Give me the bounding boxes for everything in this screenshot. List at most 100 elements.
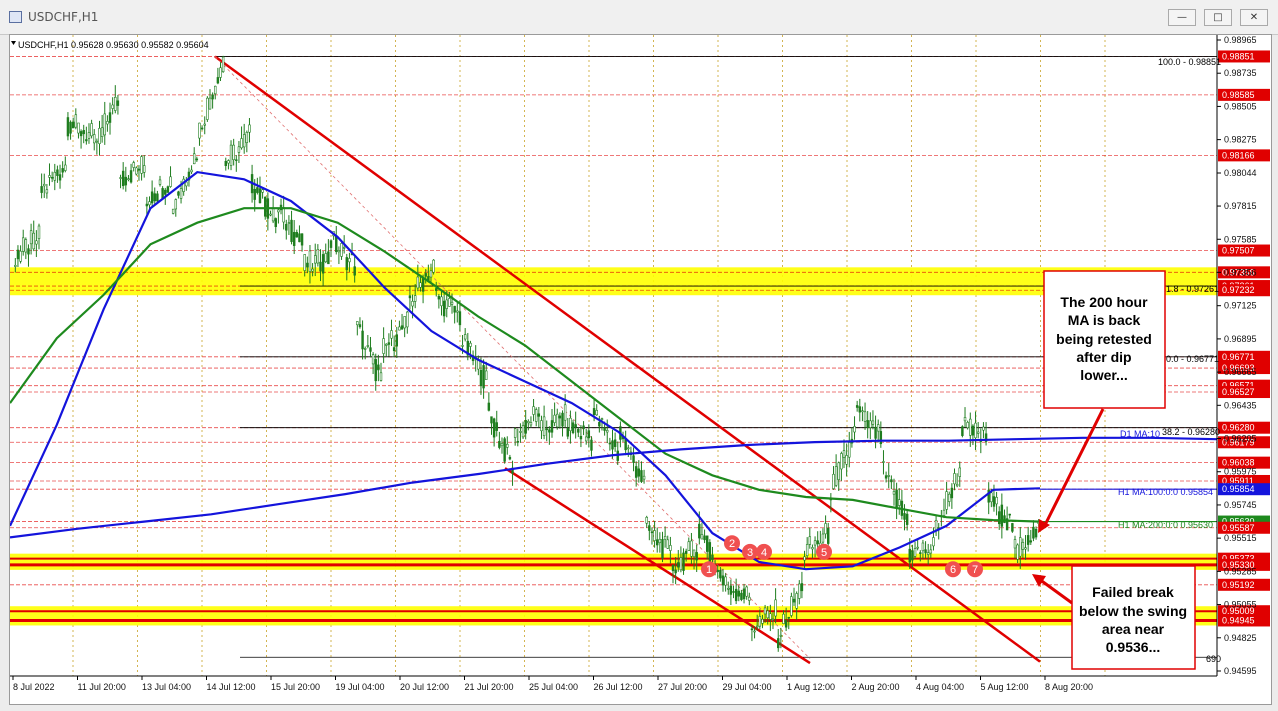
y-tick-label: 0.97125 [1224, 301, 1257, 311]
y-tick-label: 0.96895 [1224, 334, 1257, 344]
candle-body [982, 426, 985, 431]
x-tick-label: 29 Jul 04:00 [723, 682, 772, 692]
candle-body [966, 422, 969, 429]
swing-marker-label-3: 3 [747, 547, 753, 559]
candle-body [816, 540, 819, 545]
title-bar: USDCHF,H1 — □ ✕ [0, 0, 1278, 35]
candle-body [724, 576, 727, 586]
candle-body [832, 473, 835, 489]
candle-body [642, 475, 646, 480]
candle-body [224, 160, 227, 167]
candle-body [98, 128, 101, 144]
ma-callout-line-3: being retested [1056, 331, 1152, 347]
chart-area[interactable]: 0.98851 0.98585 0.98166 0.97507 0.97356 0.972… [9, 34, 1272, 705]
maximize-button[interactable]: □ [1204, 9, 1232, 26]
candle-body [329, 240, 333, 248]
candle-body [774, 599, 777, 617]
candle-body [308, 250, 312, 272]
candle-body [592, 408, 596, 416]
candle-body [600, 418, 604, 420]
candle-body [855, 405, 859, 408]
support-zone-2 [10, 553, 1217, 570]
candle-body [206, 97, 209, 120]
candle-body [111, 104, 114, 109]
candle-body [587, 430, 591, 439]
fib-618-label: 1.8 - 0.97261 [1166, 284, 1219, 294]
swing-marker-label-1: 1 [706, 564, 712, 576]
candle-body [219, 67, 222, 78]
candle-body [161, 188, 164, 199]
candle-body [853, 426, 856, 433]
candle-body [300, 233, 304, 246]
candle-body [805, 544, 809, 557]
candle-body [663, 536, 667, 540]
candle-body [290, 219, 293, 242]
candle-body [876, 424, 880, 432]
candle-body [924, 549, 927, 554]
candle-body [458, 311, 462, 326]
candle-body [400, 325, 404, 330]
candle-body [500, 443, 504, 447]
candle-body [48, 175, 51, 178]
candle-body [469, 342, 472, 347]
ma-callout-line-1: The 200 hour [1060, 294, 1148, 310]
candle-body [311, 268, 314, 272]
candle-body [553, 414, 556, 423]
candle-body [798, 583, 801, 599]
candle-body [264, 196, 267, 217]
candle-body [411, 300, 414, 307]
candle-body [74, 114, 78, 128]
candle-body [166, 186, 170, 193]
candle-body [955, 483, 959, 487]
candle-body [158, 179, 162, 185]
candle-body [556, 413, 559, 428]
candle-body [379, 372, 383, 381]
header-dropdown-icon[interactable] [11, 41, 16, 45]
candle-body [342, 246, 346, 249]
ma-callout-line-5: lower... [1080, 367, 1127, 383]
ma-callout-line-4: after dip [1076, 349, 1131, 365]
candle-body [153, 193, 156, 202]
close-button[interactable]: ✕ [1240, 9, 1268, 26]
candle-body [637, 468, 641, 477]
candle-body [913, 548, 917, 557]
candle-body [795, 593, 798, 609]
price-chart[interactable]: 0.98851 0.98585 0.98166 0.97507 0.97356 0.972… [10, 35, 1271, 704]
candle-body [43, 183, 46, 187]
x-tick-label: 19 Jul 04:00 [336, 682, 385, 692]
candle-body [529, 422, 533, 426]
candle-body [840, 453, 843, 470]
minimize-button[interactable]: — [1168, 9, 1196, 26]
x-tick-label: 2 Aug 20:00 [852, 682, 900, 692]
swing-marker-label-6: 6 [950, 564, 956, 576]
candle-body [608, 442, 612, 445]
candle-body [1016, 544, 1019, 560]
candle-body [532, 406, 535, 415]
candle-body [784, 620, 788, 628]
candle-body [866, 420, 869, 429]
candle-body [58, 174, 62, 181]
candle-body [792, 598, 796, 603]
support-zone-3 [10, 606, 1217, 626]
y-tick-label: 0.95745 [1224, 500, 1257, 510]
candle-body [574, 424, 577, 428]
candle-body [66, 117, 70, 137]
ma-callout-arrow [1043, 408, 1105, 526]
candle-body [916, 546, 919, 549]
x-tick-label: 13 Jul 04:00 [142, 682, 191, 692]
candle-body [129, 170, 133, 183]
candle-body [953, 473, 956, 485]
candle-body [550, 420, 554, 433]
candle-body [406, 311, 409, 328]
candle-body [256, 187, 259, 193]
candle-body [385, 343, 388, 346]
candle-body [948, 493, 951, 502]
candle-body [669, 545, 672, 551]
candle-body [761, 618, 764, 624]
candle-body [82, 130, 85, 135]
candle-body [363, 348, 367, 350]
candle-body [677, 562, 680, 568]
candle-body [237, 146, 241, 153]
fib-50-label: 0.0 - 0.96771 [1166, 354, 1219, 364]
candle-body [437, 295, 441, 300]
